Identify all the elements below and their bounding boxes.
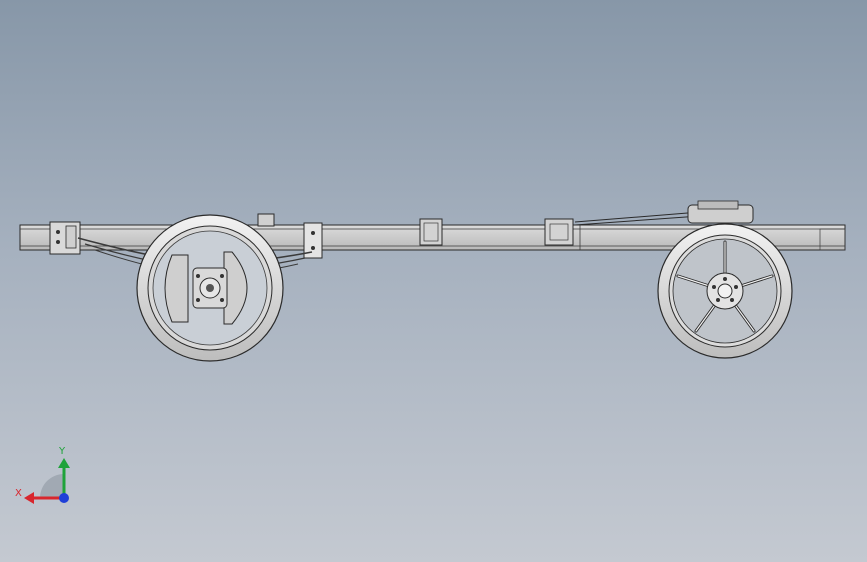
- y-axis-label: Y: [58, 446, 66, 457]
- orientation-triad: Y X: [15, 446, 70, 504]
- graphics-viewport[interactable]: Y X: [0, 0, 867, 562]
- front-wheel[interactable]: [136, 214, 284, 362]
- x-axis-label: X: [15, 488, 22, 499]
- chassis-model[interactable]: [0, 0, 867, 562]
- z-axis-dot: [59, 493, 69, 503]
- rear-wheel[interactable]: [657, 223, 793, 359]
